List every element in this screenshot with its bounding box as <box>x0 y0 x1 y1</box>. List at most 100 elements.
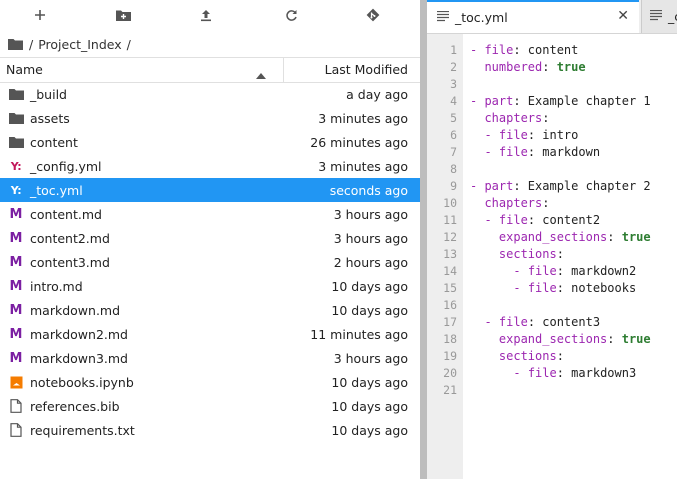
code-line[interactable]: 14 - file: markdown2 <box>427 263 677 280</box>
file-row-content2-md[interactable]: Mcontent2.md 3 hours ago <box>0 226 420 250</box>
code-line[interactable]: 19 sections: <box>427 348 677 365</box>
new-folder-button[interactable] <box>111 4 135 26</box>
file-row-content3-md[interactable]: Mcontent3.md 2 hours ago <box>0 250 420 274</box>
code-token: : <box>556 247 564 261</box>
yaml-icon: Y: <box>10 159 22 173</box>
modified-column-header[interactable]: Last Modified <box>325 62 408 77</box>
file-list: _build a day ago assets 3 minutes ago conten… <box>0 82 420 442</box>
breadcrumb-root[interactable]: / <box>29 37 33 52</box>
git-icon <box>366 8 380 22</box>
markdown-icon: M <box>9 230 23 246</box>
file-row-intro-md[interactable]: Mintro.md 10 days ago <box>0 274 420 298</box>
folder-icon[interactable] <box>8 38 23 50</box>
file-name: intro.md <box>30 279 83 294</box>
code-line[interactable]: 5 chapters: <box>427 110 677 127</box>
line-number: 6 <box>450 128 457 142</box>
code-line[interactable]: 11 - file: content2 <box>427 212 677 229</box>
file-row-requirements-txt[interactable]: requirements.txt 10 days ago <box>0 418 420 442</box>
tab-config[interactable]: _c <box>641 0 677 33</box>
file-row-content[interactable]: content 26 minutes ago <box>0 130 420 154</box>
code-token: file <box>484 43 514 57</box>
code-token: - <box>470 43 485 57</box>
refresh-icon <box>285 9 297 21</box>
code-token: : <box>556 349 564 363</box>
line-code: - file: markdown <box>470 144 600 161</box>
code-line[interactable]: 8 <box>427 161 677 178</box>
code-line[interactable]: 15 - file: notebooks <box>427 280 677 297</box>
file-name: markdown2.md <box>30 327 128 342</box>
line-code: sections: <box>470 246 564 263</box>
new-launcher-button[interactable] <box>28 4 52 26</box>
code-line[interactable]: 20 - file: markdown3 <box>427 365 677 382</box>
code-line[interactable]: 16 <box>427 297 677 314</box>
sort-up-icon[interactable] <box>256 67 266 82</box>
code-line[interactable]: 7 - file: markdown <box>427 144 677 161</box>
panel-splitter[interactable] <box>420 0 427 479</box>
file-row-config-yml[interactable]: Y: _config.yml 3 minutes ago <box>0 154 420 178</box>
code-line[interactable]: 1- file: content <box>427 42 677 59</box>
file-modified: a day ago <box>346 87 408 102</box>
code-line[interactable]: 13 sections: <box>427 246 677 263</box>
breadcrumb-folder[interactable]: Project_Index <box>38 37 121 52</box>
code-line[interactable]: 17 - file: content3 <box>427 314 677 331</box>
line-number: 14 <box>443 264 457 278</box>
line-number: 4 <box>450 94 457 108</box>
file-row-content-md[interactable]: Mcontent.md 3 hours ago <box>0 202 420 226</box>
code-line[interactable]: 3 <box>427 76 677 93</box>
name-column-header[interactable]: Name <box>6 62 43 77</box>
code-line[interactable]: 12 expand_sections: true <box>427 229 677 246</box>
code-token: chapters <box>484 196 543 210</box>
file-row-references-bib[interactable]: references.bib 10 days ago <box>0 394 420 418</box>
code-token: - <box>513 366 528 380</box>
code-line[interactable]: 18 expand_sections: true <box>427 331 677 348</box>
upload-icon <box>201 9 211 21</box>
column-divider[interactable] <box>283 58 284 82</box>
code-line[interactable]: 2 numbered: true <box>427 59 677 76</box>
code-token: - <box>484 213 499 227</box>
code-token: chapters <box>484 111 543 125</box>
code-token: file <box>527 366 557 380</box>
file-row-markdown3-md[interactable]: Mmarkdown3.md 3 hours ago <box>0 346 420 370</box>
code-line[interactable]: 10 chapters: <box>427 195 677 212</box>
code-token: : content2 <box>527 213 601 227</box>
code-token: : intro <box>527 128 579 142</box>
file-row-build[interactable]: _build a day ago <box>0 82 420 106</box>
file-modified: 3 minutes ago <box>318 111 408 126</box>
code-line[interactable]: 6 - file: intro <box>427 127 677 144</box>
markdown-icon: M <box>9 302 23 318</box>
code-line[interactable]: 9- part: Example chapter 2 <box>427 178 677 195</box>
tab-bar: _toc.yml ✕ _c <box>427 0 677 34</box>
line-number: 15 <box>443 281 457 295</box>
code-line[interactable]: 21 <box>427 382 677 399</box>
file-row-markdown2-md[interactable]: Mmarkdown2.md 11 minutes ago <box>0 322 420 346</box>
upload-button[interactable] <box>194 4 218 26</box>
folder-icon <box>8 87 24 101</box>
folder-plus-icon <box>115 10 131 21</box>
file-browser-toolbar <box>0 0 420 30</box>
line-code: - file: notebooks <box>470 280 636 297</box>
file-modified: 2 hours ago <box>333 255 408 270</box>
tab-toc-yml[interactable]: _toc.yml ✕ <box>427 0 639 33</box>
code-token: : <box>542 196 550 210</box>
file-row-notebooks-ipynb[interactable]: notebooks.ipynb 10 days ago <box>0 370 420 394</box>
refresh-button[interactable] <box>279 4 303 26</box>
git-clone-button[interactable] <box>361 4 385 26</box>
code-editor[interactable]: 1- file: content 2 numbered: true 3 4- part… <box>427 34 677 479</box>
file-row-toc-yml[interactable]: Y: _toc.yml seconds ago <box>0 178 420 202</box>
file-row-assets[interactable]: assets 3 minutes ago <box>0 106 420 130</box>
code-token: : content <box>513 43 579 57</box>
code-line[interactable]: 4- part: Example chapter 1 <box>427 93 677 110</box>
file-modified: 10 days ago <box>331 375 408 390</box>
file-name: _build <box>30 87 67 102</box>
file-row-markdown-md[interactable]: Mmarkdown.md 10 days ago <box>0 298 420 322</box>
file-modified: 3 hours ago <box>333 231 408 246</box>
close-icon[interactable]: ✕ <box>617 8 629 24</box>
code-token: : <box>607 230 622 244</box>
file-modified: 10 days ago <box>331 279 408 294</box>
code-token: - <box>513 281 528 295</box>
